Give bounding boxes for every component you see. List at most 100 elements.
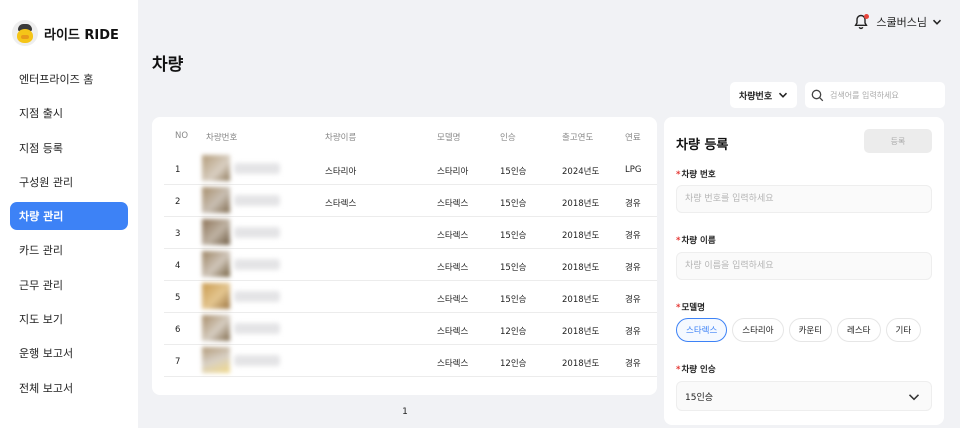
sidebar-item-branch-register[interactable]: 지점 등록 [10,134,128,162]
search-icon [811,89,824,101]
blurred-plate-image [202,283,230,309]
sidebar-item-label: 근무 관리 [19,278,63,292]
blurred-plate-image [202,347,230,373]
sidebar-item-enterprise-home[interactable]: 엔터프라이즈 홈 [10,65,128,93]
sidebar-item-label: 운행 보고서 [19,347,74,361]
plate-input[interactable] [676,185,932,213]
model-chip-group: 스타렉스 스타리아 카운티 레스타 기타 [676,318,926,342]
cell-fuel: 경유 [625,359,641,369]
notification-dot [864,14,870,19]
model-label: *모델명 [676,303,705,313]
cell-year: 2018년도 [562,359,600,369]
notification-bell-icon[interactable] [854,14,870,30]
sidebar-item-drive-report[interactable]: 운행 보고서 [10,339,128,367]
cell-fuel: 경유 [625,231,641,241]
sidebar-item-label: 지점 출시 [19,107,63,121]
column-header-no[interactable]: NO [175,131,188,141]
cell-name: 스타리아 [325,167,357,177]
table-row[interactable]: 3 스타렉스 15인승 2018년도 경유 [164,217,657,249]
cell-seats: 15인승 [500,295,527,305]
user-menu[interactable]: 스쿨버스님 [854,14,942,30]
pagination-page-1[interactable]: 1 [398,407,412,417]
sidebar-item-members[interactable]: 구성원 관리 [10,168,128,196]
cell-seats: 15인승 [500,167,527,177]
table-row[interactable]: 5 스타렉스 15인승 2018년도 경유 [164,281,657,313]
cell-seats: 15인승 [500,231,527,241]
sidebar-item-label: 차량 관리 [19,210,64,224]
sidebar-item-label: 엔터프라이즈 홈 [19,73,94,86]
chevron-down-icon [908,394,920,401]
column-header-seats[interactable]: 인승 [500,131,516,143]
sidebar-item-cards[interactable]: 카드 관리 [10,236,128,264]
name-input[interactable] [676,252,932,280]
model-chip-other[interactable]: 기타 [885,318,922,342]
column-header-fuel[interactable]: 연료 [625,131,641,143]
cell-model: 스타렉스 [437,295,469,305]
seats-select[interactable]: 15인승 [676,381,932,411]
sidebar: 라이드 RIDE 엔터프라이즈 홈 지점 출시 지점 등록 구성원 관리 차량 … [0,0,138,428]
table-row[interactable]: 1 스타리아 스타리아 15인승 2024년도 LPG [164,153,657,185]
cell-seats: 15인승 [500,199,527,209]
name-label: *차량 이름 [676,236,716,246]
model-chip-county[interactable]: 카운티 [788,318,833,342]
cell-year: 2024년도 [562,167,600,177]
sidebar-item-vehicles[interactable]: 차량 관리 [10,202,128,231]
cell-fuel: LPG [625,165,642,175]
cell-seats: 15인승 [500,263,527,273]
search-field-select-value: 차량번호 [739,91,773,102]
search-input[interactable] [830,90,940,100]
column-header-plate[interactable]: 차량번호 [206,131,237,143]
brand[interactable]: 라이드 RIDE [12,20,119,46]
sidebar-item-full-report[interactable]: 전체 보고서 [10,374,128,402]
seats-select-value: 15인승 [685,392,714,403]
vehicle-table: NO 차량번호 차량이름 모델명 인승 출고연도 연료 1 스타리아 스타리아 … [152,117,657,395]
sidebar-item-label: 카드 관리 [19,244,63,258]
cell-year: 2018년도 [562,263,600,273]
blurred-plate-text [234,355,280,366]
table-header: NO 차량번호 차량이름 모델명 인승 출고연도 연료 [152,117,657,153]
cell-year: 2018년도 [562,199,600,209]
blurred-plate-image [202,187,230,213]
cell-fuel: 경유 [625,327,641,337]
column-header-year[interactable]: 출고연도 [562,131,593,143]
search-box [805,82,945,108]
cell-no: 3 [175,229,181,239]
cell-no: 6 [175,325,181,335]
model-chip-resta[interactable]: 레스타 [837,318,881,342]
cell-model: 스타렉스 [437,199,469,209]
cell-year: 2018년도 [562,295,600,305]
cell-name: 스타렉스 [325,199,357,209]
sidebar-item-branch-launch[interactable]: 지점 출시 [10,99,128,127]
sidebar-item-work[interactable]: 근무 관리 [10,271,128,299]
sidebar-item-label: 지점 등록 [19,141,63,155]
blurred-plate-text [234,195,280,206]
table-row[interactable]: 6 스타렉스 12인승 2018년도 경유 [164,313,657,345]
search-field-select[interactable]: 차량번호 [730,82,797,108]
page-title: 차량 [152,55,184,75]
cell-no: 4 [175,261,181,271]
table-row[interactable]: 7 스타렉스 12인승 2018년도 경유 [164,345,657,377]
cell-model: 스타리아 [437,167,469,177]
chevron-down-icon [778,92,788,98]
cell-seats: 12인승 [500,327,527,337]
blurred-plate-image [202,155,230,181]
cell-fuel: 경유 [625,295,641,305]
table-row[interactable]: 2 스타렉스 스타렉스 15인승 2018년도 경유 [164,185,657,217]
model-chip-starex[interactable]: 스타렉스 [676,318,728,342]
cell-model: 스타렉스 [437,263,469,273]
sidebar-item-map[interactable]: 지도 보기 [10,305,128,333]
column-header-model[interactable]: 모델명 [437,131,460,143]
register-button[interactable]: 등록 [864,129,932,153]
cell-no: 5 [175,293,181,303]
user-name: 스쿨버스님 [876,16,927,29]
cell-model: 스타렉스 [437,359,469,369]
register-title: 차량 등록 [676,138,729,153]
blurred-plate-text [234,259,280,270]
table-row[interactable]: 4 스타렉스 15인승 2018년도 경유 [164,249,657,281]
model-chip-staria[interactable]: 스타리아 [732,318,784,342]
blurred-plate-image [202,251,230,277]
blurred-plate-text [234,163,280,174]
cell-no: 7 [175,357,181,367]
cell-seats: 12인승 [500,359,527,369]
column-header-name[interactable]: 차량이름 [325,131,356,143]
